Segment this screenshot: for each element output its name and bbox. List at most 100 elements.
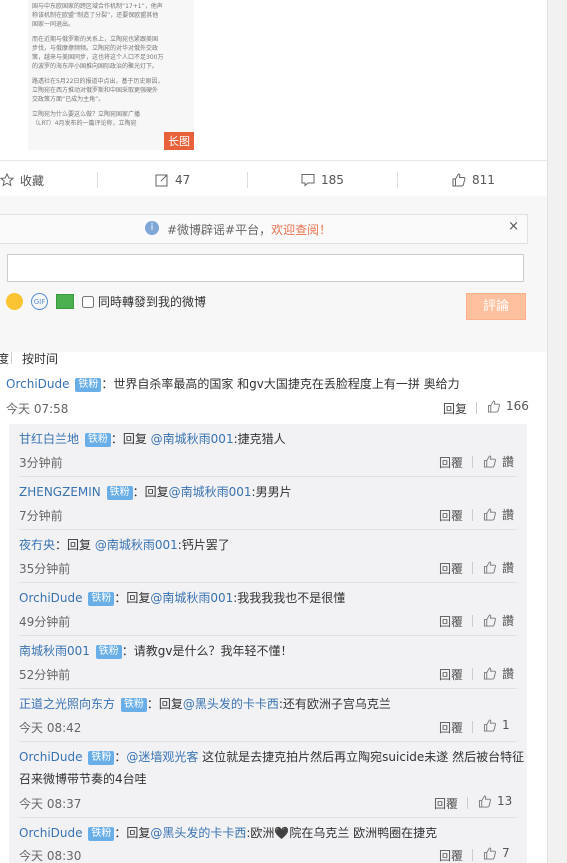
reply-time: 3分钟前 (19, 456, 63, 470)
reply-like-count: 讚 (502, 508, 515, 522)
scrollbar[interactable] (547, 0, 567, 863)
sync-repost-option[interactable]: 同時轉發到我的微博 (82, 293, 206, 310)
comment-input[interactable] (7, 254, 524, 282)
mention-link[interactable]: @南城秋雨001 (151, 432, 234, 446)
repost-button[interactable]: 47 (155, 166, 190, 194)
reply-button[interactable]: 回覆 (439, 719, 463, 736)
mention-link[interactable]: @黑头发的卡卡西 (183, 697, 279, 711)
action-bar: 收藏 47 185 811 (0, 166, 547, 194)
divider (467, 797, 468, 809)
reply-body: 南城秋雨001 铁粉 ：请教gv是什么？我年轻不懂！ (19, 641, 292, 661)
reply-like-button[interactable]: 7 (483, 846, 510, 860)
mention-link[interactable]: @南城秋雨001 (150, 591, 233, 605)
comment-username[interactable]: OrchiDude (6, 377, 70, 391)
reply-prefix: ：回复 (55, 538, 95, 552)
divider (476, 402, 477, 414)
divider (19, 688, 517, 689)
gif-icon[interactable]: GIF (31, 293, 48, 310)
divider (19, 529, 517, 530)
reply-like-button[interactable]: 13 (478, 794, 512, 808)
reply-like-count: 13 (497, 794, 513, 808)
thumb-up-icon (478, 794, 491, 808)
reply-button[interactable]: 回覆 (439, 613, 463, 630)
divider (11, 352, 12, 364)
reply-username[interactable]: 南城秋雨001 (19, 644, 90, 658)
reply-prefix: ：回复 (146, 697, 183, 711)
fan-badge: 铁粉 (88, 751, 115, 765)
divider (472, 562, 473, 574)
sync-repost-checkbox[interactable] (82, 295, 94, 308)
reply-time: 49分钟前 (19, 615, 71, 629)
emoji-icon[interactable] (6, 293, 23, 310)
divider (472, 668, 473, 680)
reply-like-button[interactable]: 讚 (483, 506, 514, 523)
reply-username[interactable]: OrchiDude (19, 750, 83, 764)
submit-comment-button[interactable]: 評論 (466, 293, 526, 320)
divider (472, 849, 473, 861)
divider (19, 635, 517, 636)
reply-username[interactable]: 夜冇央 (19, 538, 55, 552)
close-icon[interactable]: × (508, 219, 519, 234)
composer-toolbar: GIF 同時轉發到我的微博 (6, 293, 206, 310)
reply-text: :欧洲🖤院在乌克兰 欧洲鸭圈在捷克 (246, 826, 438, 840)
mention-link[interactable]: @迷墙观光客 (126, 750, 198, 764)
divider (472, 509, 473, 521)
sync-repost-label: 同時轉發到我的微博 (98, 295, 207, 309)
reply-time: 35分钟前 (19, 562, 71, 576)
reply-button[interactable]: 回覆 (439, 666, 463, 683)
mention-link[interactable]: @黑头发的卡卡西 (150, 826, 246, 840)
mention-link[interactable]: @南城秋雨001 (169, 485, 252, 499)
reply-button[interactable]: 回覆 (434, 795, 458, 812)
favorite-button[interactable]: 收藏 (0, 166, 44, 194)
divider (247, 172, 248, 188)
article-paragraph: 立陶宛为什么要这么做？立陶宛国家广播 （LRT）4月发布的一篇评论称，立陶宛 (32, 111, 141, 127)
reply-button[interactable]: 回覆 (439, 507, 463, 524)
reply-time: 7分钟前 (19, 509, 63, 523)
reply-text: :还有欧洲子宫乌克兰 (278, 697, 391, 711)
reply-prefix: ：回复 (114, 826, 151, 840)
tab-sort-hot[interactable]: 度 (0, 350, 9, 367)
mention-link[interactable]: @南城秋雨001 (95, 538, 178, 552)
notice-text: #微博辟谣#平台， (167, 223, 272, 237)
reply-like-button[interactable]: 讚 (483, 612, 514, 629)
thumb-up-icon (483, 667, 496, 680)
notice-text-wrapper: #微博辟谣#平台，欢迎查阅！ (167, 221, 331, 238)
reply-body: OrchiDude 铁粉 ：@迷墙观光客 这位就是去捷克拍片然后再立陶宛suici… (19, 747, 524, 767)
reply-username[interactable]: 正道之光照向东方 (19, 697, 115, 711)
reply-time: 今天 08:42 (19, 721, 82, 735)
comment-like-button[interactable]: 166 (487, 399, 529, 413)
reply-button[interactable]: 回覆 (439, 560, 463, 577)
thumb-up-icon (483, 718, 496, 732)
reply-like-button[interactable]: 讚 (483, 559, 514, 576)
article-long-image[interactable]: 国与中东欧国家的跨区域合作机制“17+1”，他声 称该机制在欧盟“制造了分裂”，… (28, 0, 194, 150)
reply-like-button[interactable]: 1 (483, 718, 510, 732)
repost-icon (155, 174, 168, 187)
reply-text: :捷克猎人 (233, 432, 286, 446)
reply-like-button[interactable]: 讚 (483, 453, 514, 470)
reply-button[interactable]: 回覆 (439, 454, 463, 471)
divider (19, 582, 517, 583)
notice-link[interactable]: 欢迎查阅！ (271, 223, 331, 237)
reply-username[interactable]: OrchiDude (19, 591, 83, 605)
reply-username[interactable]: OrchiDude (19, 826, 83, 840)
reply-button[interactable]: 回复 (443, 400, 467, 417)
reply-username[interactable]: 甘红白兰地 (19, 432, 79, 446)
image-icon[interactable] (56, 294, 74, 309)
divider (19, 741, 517, 742)
reply-username[interactable]: ZHENGZEMIN (19, 485, 101, 499)
like-button[interactable]: 811 (452, 166, 495, 194)
fan-badge: 铁粉 (84, 433, 111, 447)
comment-button[interactable]: 185 (301, 166, 344, 194)
reply-list: 甘红白兰地 铁粉 ：回复 @南城秋雨001:捷克猎人 3分钟前 回覆 讚 ZHEN… (9, 424, 527, 863)
divider (19, 476, 517, 477)
reply-like-button[interactable]: 讚 (483, 665, 514, 682)
reply-button[interactable]: 回覆 (439, 847, 463, 863)
reply-like-count: 讚 (502, 561, 515, 575)
comment-count: 185 (321, 173, 344, 187)
tab-sort-time[interactable]: 按时间 (22, 350, 58, 367)
divider (97, 172, 98, 188)
comment-composer: i #微博辟谣#平台，欢迎查阅！ × GIF 同時轉發到我的微博 評論 (0, 196, 547, 352)
comment-icon (301, 174, 315, 187)
divider (472, 456, 473, 468)
article-paragraph: 而在近期与俄罗斯的关系上，立陶宛也紧跟美国 步伐，与俄摩擦频频。立陶宛的对华对俄… (32, 36, 164, 70)
